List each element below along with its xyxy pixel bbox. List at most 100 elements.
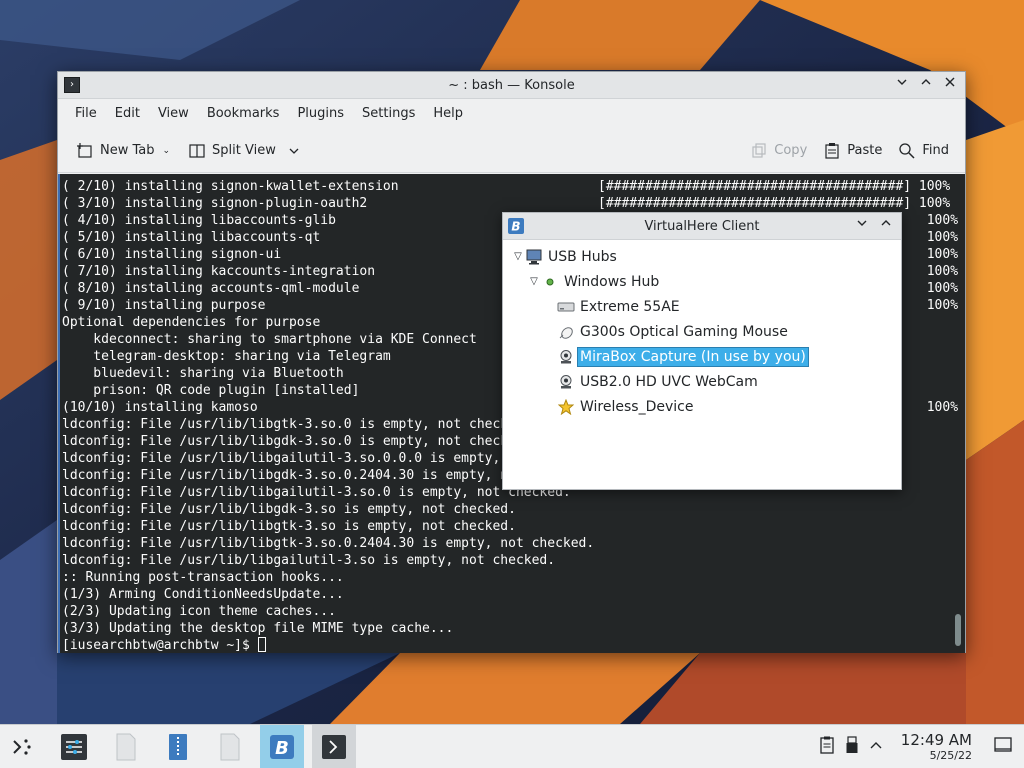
- clipboard-icon[interactable]: [819, 736, 835, 758]
- virtualhere-window[interactable]: B VirtualHere Client ▽ USB Hubs ▽ Windows H…: [502, 212, 902, 490]
- task-archive[interactable]: [156, 725, 200, 768]
- terminal-line-text: (1/3) Arming ConditionNeedsUpdate...: [62, 587, 344, 602]
- terminal-cursor: [257, 637, 266, 652]
- terminal-line-text: ( 5/10) installing libaccounts-qt: [62, 230, 321, 245]
- task-document[interactable]: [208, 725, 252, 768]
- svg-text:B: B: [275, 738, 289, 759]
- terminal-line-text: ldconfig: File /usr/lib/libgdk-3.so is e…: [62, 502, 516, 517]
- menu-view[interactable]: View: [149, 99, 198, 129]
- terminal-line: ( 3/10) installing signon-plugin-oauth2 […: [62, 195, 965, 212]
- terminal-line-text: ( 9/10) installing purpose: [62, 298, 266, 313]
- launcher-icon: [13, 738, 31, 755]
- terminal-line-text: prison: QR code plugin [installed]: [62, 383, 360, 398]
- toolbar: New Tab ⌄ Split View Copy Paste Find: [58, 129, 965, 173]
- usb-tree-item[interactable]: MiraBox Capture (In use by you): [503, 344, 901, 369]
- usb-device-icon[interactable]: [845, 735, 859, 758]
- copy-icon: [752, 142, 766, 158]
- chevron-up-icon: [881, 220, 891, 226]
- menu-edit[interactable]: Edit: [106, 99, 149, 129]
- chevron-up-icon[interactable]: [869, 738, 883, 756]
- paste-button[interactable]: Paste: [819, 136, 886, 166]
- clock-time: 12:49 AM: [900, 730, 972, 749]
- usb-tree-item-label: G300s Optical Gaming Mouse: [580, 323, 788, 340]
- usb-device-tree[interactable]: ▽ USB Hubs ▽ Windows Hub Extreme 55AE G300s O…: [503, 240, 901, 419]
- digital-clock[interactable]: 12:49 AM 5/25/22: [900, 730, 972, 762]
- expand-arrow-icon[interactable]: ▽: [511, 251, 525, 262]
- usb-tree-item-label: Wireless_Device: [580, 398, 694, 415]
- menu-settings[interactable]: Settings: [353, 99, 424, 129]
- window-title: ~ : bash — Konsole: [448, 78, 575, 93]
- terminal-line: (3/3) Updating the desktop file MIME typ…: [62, 620, 965, 637]
- terminal-line: ldconfig: File /usr/lib/libgdk-3.so is e…: [62, 501, 965, 518]
- close-icon: [945, 77, 955, 87]
- terminal-progress: [######################################]…: [598, 196, 951, 211]
- usb-tree-item-label: USB Hubs: [548, 248, 617, 265]
- menu-help[interactable]: Help: [424, 99, 472, 129]
- menubar: File Edit View Bookmarks Plugins Setting…: [58, 99, 965, 129]
- copy-button[interactable]: Copy: [746, 136, 811, 166]
- terminal-line-text: ( 8/10) installing accounts-qml-module: [62, 281, 360, 296]
- virtualhere-app-icon: B: [508, 218, 524, 234]
- maximize-button[interactable]: [917, 76, 935, 94]
- terminal-line: :: Running post-transaction hooks...: [62, 569, 965, 586]
- expand-arrow-icon[interactable]: ▽: [527, 276, 541, 287]
- terminal-line: (1/3) Arming ConditionNeedsUpdate...: [62, 586, 965, 603]
- usb-tree-item[interactable]: ▽ Windows Hub: [503, 269, 901, 294]
- konsole-titlebar[interactable]: › ~ : bash — Konsole: [58, 72, 965, 99]
- star-icon: [557, 398, 575, 415]
- search-icon: [899, 142, 915, 159]
- system-tray: 12:49 AM 5/25/22: [819, 730, 1024, 762]
- usb-tree-item[interactable]: ▽ USB Hubs: [503, 244, 901, 269]
- terminal-line-text: ( 3/10) installing signon-plugin-oauth2: [62, 196, 368, 211]
- usb-tree-item-label: MiraBox Capture (In use by you): [577, 346, 809, 367]
- vh-maximize-button[interactable]: [877, 217, 895, 235]
- usb-tree-item[interactable]: USB2.0 HD UVC WebCam: [503, 369, 901, 394]
- find-label: Find: [922, 143, 949, 158]
- vh-minimize-button[interactable]: [853, 217, 871, 235]
- terminal-line-text: (10/10) installing kamoso: [62, 400, 258, 415]
- file-icon: [220, 733, 240, 760]
- terminal-line-text: :: Running post-transaction hooks...: [62, 570, 344, 585]
- terminal-scrollbar[interactable]: [955, 614, 961, 646]
- task-virtualhere[interactable]: B: [260, 724, 304, 768]
- terminal-prompt-line[interactable]: [iusearchbtw@archbtw ~]$: [62, 637, 965, 653]
- terminal-line-text: ( 4/10) installing libaccounts-glib: [62, 213, 336, 228]
- terminal-line: ( 2/10) installing signon-kwallet-extens…: [62, 178, 965, 195]
- close-button[interactable]: [941, 76, 959, 94]
- hub-dot-icon: [541, 274, 559, 290]
- terminal-icon[interactable]: ›: [64, 77, 80, 93]
- usb-tree-item[interactable]: Extreme 55AE: [503, 294, 901, 319]
- application-launcher-button[interactable]: [0, 725, 44, 768]
- usb-tree-item[interactable]: G300s Optical Gaming Mouse: [503, 319, 901, 344]
- settings-sliders-icon: [61, 733, 87, 760]
- terminal-line-text: ( 7/10) installing kaccounts-integration: [62, 264, 376, 279]
- webcam-icon: [557, 374, 575, 390]
- shell-prompt: [iusearchbtw@archbtw ~]$: [62, 638, 258, 653]
- show-desktop-icon[interactable]: [994, 736, 1012, 757]
- terminal-line-text: ldconfig: File /usr/lib/libgailutil-3.so…: [62, 553, 556, 568]
- usb-tree-item[interactable]: Wireless_Device: [503, 394, 901, 419]
- new-tab-label: New Tab: [100, 143, 155, 158]
- new-tab-button[interactable]: New Tab ⌄: [72, 136, 174, 166]
- terminal-line-text: telegram-desktop: sharing via Telegram: [62, 349, 391, 364]
- chevron-down-icon: [857, 220, 867, 226]
- menu-bookmarks[interactable]: Bookmarks: [198, 99, 289, 129]
- minimize-button[interactable]: [893, 76, 911, 94]
- menu-plugins[interactable]: Plugins: [288, 99, 353, 129]
- terminal-line-text: ( 2/10) installing signon-kwallet-extens…: [62, 179, 399, 194]
- virtualhere-titlebar[interactable]: B VirtualHere Client: [503, 213, 901, 240]
- terminal-line: (2/3) Updating icon theme caches...: [62, 603, 965, 620]
- menu-file[interactable]: File: [66, 99, 106, 129]
- file-icon: [116, 733, 136, 760]
- task-system-settings[interactable]: [52, 725, 96, 768]
- terminal-line: ldconfig: File /usr/lib/libgtk-3.so is e…: [62, 518, 965, 535]
- split-view-label: Split View: [212, 143, 276, 158]
- terminal-line-text: ldconfig: File /usr/lib/libgtk-3.so.0 is…: [62, 417, 532, 432]
- paste-label: Paste: [847, 143, 883, 158]
- split-view-button[interactable]: Split View: [184, 136, 304, 166]
- task-konsole[interactable]: [312, 724, 356, 768]
- archive-icon: [169, 733, 187, 760]
- task-text-file[interactable]: [104, 725, 148, 768]
- svg-text:B: B: [511, 220, 520, 234]
- find-button[interactable]: Find: [894, 136, 953, 166]
